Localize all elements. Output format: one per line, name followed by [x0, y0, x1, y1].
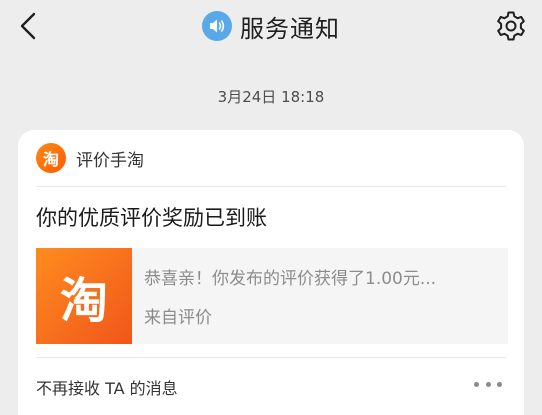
gear-icon [497, 11, 525, 41]
taobao-thumbnail-icon: 淘 [36, 248, 132, 344]
divider [36, 186, 506, 187]
speaker-icon [202, 11, 232, 41]
service-name: 评价手淘 [76, 150, 144, 171]
header-bar: 服务通知 [0, 0, 542, 54]
notification-card[interactable]: 淘 评价手淘 你的优质评价奖励已到账 淘 恭喜亲！你发布的评价获得了1.00元.… [18, 130, 524, 415]
more-dots-icon [485, 381, 491, 387]
message-timestamp: 3月24日 18:18 [217, 88, 325, 106]
title-group: 服务通知 [0, 8, 542, 44]
page-title: 服务通知 [240, 14, 340, 43]
more-options-button[interactable] [474, 374, 502, 394]
more-dots-icon [497, 381, 502, 387]
card-header[interactable]: 淘 评价手淘 [36, 142, 144, 174]
unsubscribe-link[interactable]: 不再接收 TA 的消息 [36, 375, 178, 399]
more-dots-icon [474, 381, 479, 387]
taobao-logo-icon: 淘 [36, 143, 66, 173]
settings-button[interactable] [494, 9, 528, 43]
preview-source: 来自评价 [144, 308, 212, 328]
preview-summary: 恭喜亲！你发布的评价获得了1.00元... [144, 269, 437, 289]
divider [36, 357, 506, 358]
preview-text: 恭喜亲！你发布的评价获得了1.00元... 来自评价 [132, 248, 504, 344]
message-title: 你的优质评价奖励已到账 [36, 206, 267, 230]
message-preview[interactable]: 淘 恭喜亲！你发布的评价获得了1.00元... 来自评价 [36, 248, 508, 344]
